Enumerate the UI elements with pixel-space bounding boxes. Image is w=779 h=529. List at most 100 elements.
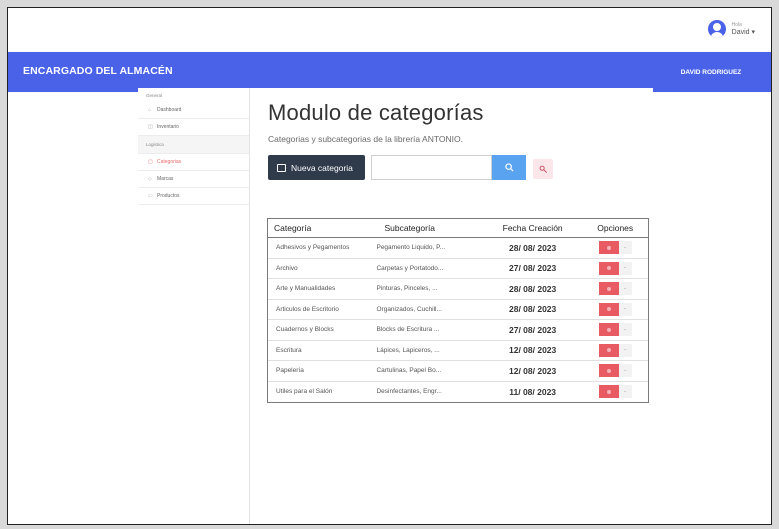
row-options: - <box>598 282 632 296</box>
cell-subcategoria: Organizados, Cuchill... <box>376 305 442 313</box>
delete-icon <box>606 286 611 291</box>
product-icon: ▭ <box>148 193 153 199</box>
delete-icon <box>606 348 611 353</box>
user-avatar-icon[interactable] <box>707 20 726 38</box>
delete-icon <box>606 368 611 373</box>
delete-button[interactable] <box>598 343 619 357</box>
app-window: Hola David ▾ ENCARGADO DEL ALMACÉN DAVID… <box>7 7 772 525</box>
search-input[interactable] <box>371 155 492 180</box>
cell-opciones: - <box>582 282 648 296</box>
cell-opciones: - <box>582 241 648 255</box>
cell-categoria: Papelería <box>276 367 304 375</box>
more-options-button[interactable]: - <box>618 364 632 378</box>
clear-search-button[interactable] <box>533 159 553 179</box>
row-options: - <box>598 323 632 337</box>
table-header: Categoría Subcategoría Fecha Creación Op… <box>268 219 648 238</box>
user-menu[interactable]: Hola David ▾ <box>707 20 755 38</box>
cell-opciones: - <box>582 364 648 378</box>
top-bar: Hola David ▾ <box>8 8 771 52</box>
delete-button[interactable] <box>598 323 619 337</box>
more-options-button[interactable]: - <box>618 385 632 399</box>
document-add-icon <box>277 163 286 172</box>
more-options-button[interactable]: - <box>618 241 632 255</box>
table-row: Adhesivos y Pegamentos Pegamento Liquido,… <box>268 238 648 259</box>
cell-subcategoria: Pinturas, Pinceles, ... <box>376 285 438 293</box>
cell-subcategoria: Pegamento Liquido, P... <box>376 244 446 252</box>
page-subtitle: Categorias y subcategorias de la librerí… <box>268 134 463 144</box>
eraser-icon <box>539 165 547 173</box>
greeting-text: Hola <box>731 21 742 28</box>
table-row: Arte y Manualidades Pinturas, Pinceles, .… <box>268 279 648 300</box>
sidebar-item-categorias[interactable]: ▢ Categorias <box>138 154 249 171</box>
more-options-button[interactable]: - <box>618 302 632 316</box>
cell-fecha: 27/ 08/ 2023 <box>509 324 557 335</box>
sidebar: General ⌂ Dashboard ◫ Inventario Logisti… <box>138 88 250 524</box>
main-panel: Modulo de categorías Categorias y subcat… <box>250 88 653 524</box>
cell-fecha: 12/ 08/ 2023 <box>509 345 557 356</box>
table-row: Archivo Carpetas y Portatodo... 27/ 08/ 20… <box>268 259 648 279</box>
categories-table: Categoría Subcategoría Fecha Creación Op… <box>267 218 649 403</box>
cell-categoria: Archivo <box>276 264 298 272</box>
row-options: - <box>598 241 632 255</box>
sidebar-item-inventario[interactable]: ◫ Inventario <box>138 119 249 136</box>
cell-fecha: 28/ 08/ 2023 <box>509 283 557 294</box>
delete-icon <box>606 327 611 332</box>
cell-fecha: 28/ 08/ 2023 <box>509 242 557 253</box>
more-options-button[interactable]: - <box>618 343 632 357</box>
delete-icon <box>606 266 611 271</box>
delete-button[interactable] <box>598 241 619 255</box>
cell-categoria: Escritura <box>276 346 302 354</box>
row-options: - <box>598 302 632 316</box>
cell-opciones: - <box>582 261 648 275</box>
table-row: Articulos de Escritorio Organizados, Cuch… <box>268 300 648 320</box>
table-row: Escritura Lápices, Lapiceros, ... 12/ 08/ … <box>268 341 648 361</box>
header-subcategoria[interactable]: Subcategoría <box>370 223 482 233</box>
more-options-button[interactable]: - <box>618 282 632 296</box>
row-options: - <box>598 343 632 357</box>
delete-button[interactable] <box>598 261 619 275</box>
cell-opciones: - <box>582 302 648 316</box>
header-opciones: Opciones <box>597 223 634 233</box>
user-full-name: DAVID RODRIGUEZ <box>680 68 742 76</box>
page-title: Modulo de categorías <box>268 100 484 125</box>
table-row: Útiles para el Salón Desinfectantes, Engr… <box>268 382 648 403</box>
search-icon <box>504 163 514 172</box>
more-options-button[interactable]: - <box>618 261 632 275</box>
cell-fecha: 11/ 08/ 2023 <box>509 386 557 397</box>
sidebar-group-logistica: Logistica <box>138 136 249 154</box>
row-options: - <box>598 261 632 275</box>
cell-categoria: Articulos de Escritorio <box>276 305 339 313</box>
cell-fecha: 28/ 08/ 2023 <box>509 304 557 315</box>
cell-categoria: Cuadernos y Blocks <box>276 326 334 334</box>
cell-categoria: Adhesivos y Pegamentos <box>276 244 350 252</box>
row-options: - <box>598 385 632 399</box>
delete-button[interactable] <box>598 282 619 296</box>
cell-subcategoria: Cartulinas, Papel Bo... <box>376 367 442 375</box>
sidebar-item-marcas[interactable]: ◇ Marcas <box>138 171 249 188</box>
cell-categoria: Útiles para el Salón <box>276 388 333 396</box>
sidebar-item-productos[interactable]: ▭ Productos <box>138 188 249 205</box>
cell-fecha: 12/ 08/ 2023 <box>509 365 557 376</box>
search-button[interactable] <box>492 155 526 180</box>
delete-icon <box>606 389 611 394</box>
delete-icon <box>606 245 611 250</box>
sidebar-group-general: General <box>146 93 163 98</box>
table-row: Cuadernos y Blocks Blocks de Escritura ..… <box>268 320 648 341</box>
new-category-button[interactable]: Nueva categoria <box>268 155 365 180</box>
delete-button[interactable] <box>598 385 619 399</box>
user-dropdown[interactable]: David ▾ <box>732 29 755 36</box>
cell-opciones: - <box>582 343 648 357</box>
more-options-button[interactable]: - <box>618 323 632 337</box>
header-fecha[interactable]: Fecha Creación <box>483 223 582 233</box>
cell-subcategoria: Blocks de Escritura ... <box>376 326 440 334</box>
sidebar-item-dashboard[interactable]: ⌂ Dashboard <box>138 102 249 119</box>
delete-button[interactable] <box>598 302 619 316</box>
brand-icon: ◇ <box>148 176 152 182</box>
table-row: Papelería Cartulinas, Papel Bo... 12/ 08/ … <box>268 361 648 382</box>
cell-opciones: - <box>582 385 648 399</box>
header-categoria[interactable]: Categoría <box>268 223 370 233</box>
delete-button[interactable] <box>598 364 619 378</box>
cell-subcategoria: Lápices, Lapiceros, ... <box>376 346 440 354</box>
cell-fecha: 27/ 08/ 2023 <box>509 263 557 274</box>
cell-categoria: Arte y Manualidades <box>276 285 336 293</box>
